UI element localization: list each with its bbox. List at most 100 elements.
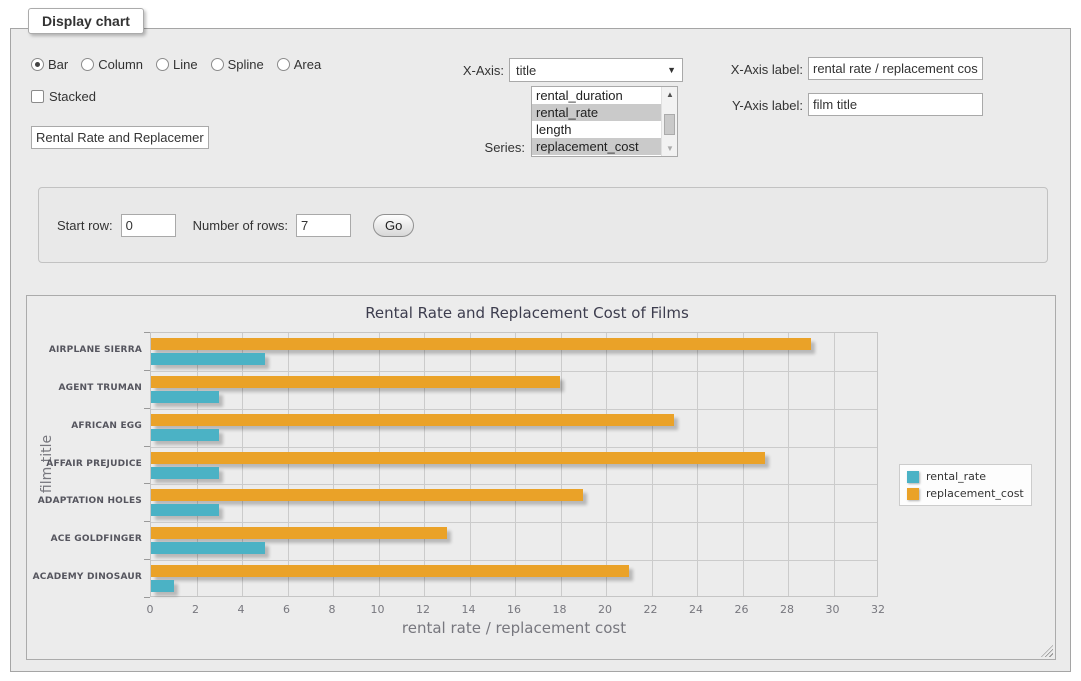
gridline-horizontal: [151, 409, 877, 410]
chart-title: Rental Rate and Replacement Cost of Film…: [27, 304, 1027, 322]
series-multiselect[interactable]: rental_durationrental_ratelengthreplacem…: [531, 86, 678, 157]
legend-swatch-icon: [907, 488, 919, 500]
x-tick-label: 4: [221, 603, 261, 616]
gridline-vertical: [379, 333, 380, 596]
radio-button-icon[interactable]: [31, 58, 44, 71]
gridline-vertical: [652, 333, 653, 596]
listbox-scrollbar[interactable]: ▲ ▼: [661, 87, 677, 156]
legend-entry-rental_rate: rental_rate: [907, 470, 1024, 483]
x-tick-label: 32: [858, 603, 898, 616]
legend-swatch-icon: [907, 471, 919, 483]
radio-label: Line: [173, 57, 198, 72]
bar-replacement_cost: [151, 527, 447, 539]
x-tick-label: 18: [540, 603, 580, 616]
gridline-horizontal: [151, 522, 877, 523]
y-axis-label-input[interactable]: [808, 93, 983, 116]
x-tick-label: 2: [176, 603, 216, 616]
stacked-label: Stacked: [49, 89, 96, 104]
x-tick-label: 8: [312, 603, 352, 616]
scrollbar-up-arrow-icon[interactable]: ▲: [662, 87, 678, 102]
y-category-label: ADAPTATION HOLES: [27, 496, 142, 506]
bar-rental_rate: [151, 580, 174, 592]
scrollbar-thumb[interactable]: [664, 114, 675, 135]
y-tick-mark: [144, 521, 150, 522]
chart-type-option-spline[interactable]: Spline: [211, 57, 264, 72]
legend-label: rental_rate: [926, 470, 986, 483]
legend-entry-replacement_cost: replacement_cost: [907, 487, 1024, 500]
bar-replacement_cost: [151, 565, 629, 577]
radio-label: Area: [294, 57, 321, 72]
gridline-vertical: [788, 333, 789, 596]
gridline-horizontal: [151, 447, 877, 448]
chart-type-radio-group: Bar Column Line Spline Area: [31, 57, 321, 72]
x-axis-label-input[interactable]: [808, 57, 983, 80]
chart-title-input[interactable]: [31, 126, 209, 149]
legend-label: replacement_cost: [926, 487, 1024, 500]
chart-type-option-area[interactable]: Area: [277, 57, 321, 72]
start-row-input[interactable]: [121, 214, 176, 237]
x-axis-select[interactable]: title ▼: [509, 58, 683, 82]
gridline-vertical: [743, 333, 744, 596]
x-tick-label: 28: [767, 603, 807, 616]
display-chart-fieldset: Display chart BarColumnLineSplineArea St…: [10, 28, 1071, 672]
y-tick-mark: [144, 597, 150, 598]
gridline-vertical: [424, 333, 425, 596]
bar-replacement_cost: [151, 338, 811, 350]
stacked-checkbox[interactable]: [31, 90, 44, 103]
radio-label: Column: [98, 57, 143, 72]
radio-button-icon[interactable]: [211, 58, 224, 71]
x-tick-label: 22: [631, 603, 671, 616]
y-tick-mark: [144, 446, 150, 447]
series-option-rental_duration[interactable]: rental_duration: [532, 87, 677, 104]
chart-type-option-bar[interactable]: Bar: [31, 57, 68, 72]
series-select-label: Series:: [427, 140, 525, 155]
x-tick-label: 16: [494, 603, 534, 616]
x-tick-label: 0: [130, 603, 170, 616]
num-rows-label: Number of rows:: [193, 218, 288, 233]
gridline-vertical: [242, 333, 243, 596]
bar-rental_rate: [151, 429, 219, 441]
bar-rental_rate: [151, 353, 265, 365]
x-tick-label: 24: [676, 603, 716, 616]
x-axis-select-value: title: [516, 63, 536, 78]
radio-button-icon[interactable]: [81, 58, 94, 71]
gridline-vertical: [197, 333, 198, 596]
radio-button-icon[interactable]: [277, 58, 290, 71]
bar-replacement_cost: [151, 376, 560, 388]
gridline-vertical: [515, 333, 516, 596]
bar-replacement_cost: [151, 414, 674, 426]
x-axis-select-label: X-Axis:: [406, 63, 504, 78]
series-option-rental_rate[interactable]: rental_rate: [532, 104, 677, 121]
series-option-length[interactable]: length: [532, 121, 677, 138]
series-option-replacement_cost[interactable]: replacement_cost: [532, 138, 677, 155]
plot-area: [150, 332, 878, 597]
go-button[interactable]: Go: [373, 214, 414, 237]
x-tick-label: 26: [722, 603, 762, 616]
page: Display chart Bar Column Line Spline Area St…: [0, 0, 1081, 681]
gridline-horizontal: [151, 484, 877, 485]
y-tick-mark: [144, 559, 150, 560]
x-tick-label: 10: [358, 603, 398, 616]
bar-rental_rate: [151, 504, 219, 516]
fieldset-legend: Display chart: [28, 8, 144, 34]
start-row-label: Start row:: [57, 218, 113, 233]
resize-handle-icon[interactable]: [1041, 645, 1053, 657]
x-tick-label: 14: [449, 603, 489, 616]
bar-rental_rate: [151, 467, 219, 479]
series-options: rental_durationrental_ratelengthreplacem…: [532, 87, 677, 155]
gridline-vertical: [561, 333, 562, 596]
stacked-checkbox-row: Stacked: [31, 89, 96, 104]
chart-type-option-column[interactable]: Column: [81, 57, 143, 72]
y-tick-mark: [144, 370, 150, 371]
chart-type-option-line[interactable]: Line: [156, 57, 198, 72]
radio-button-icon[interactable]: [156, 58, 169, 71]
num-rows-input[interactable]: [296, 214, 351, 237]
gridline-horizontal: [151, 560, 877, 561]
scrollbar-down-arrow-icon[interactable]: ▼: [662, 141, 678, 156]
x-tick-label: 6: [267, 603, 307, 616]
radio-label: Bar: [48, 57, 68, 72]
gridline-vertical: [470, 333, 471, 596]
row-range-panel: Start row: Number of rows: Go: [38, 187, 1048, 263]
x-axis-label-label: X-Axis label:: [703, 62, 803, 77]
y-category-label: ACE GOLDFINGER: [27, 534, 142, 544]
